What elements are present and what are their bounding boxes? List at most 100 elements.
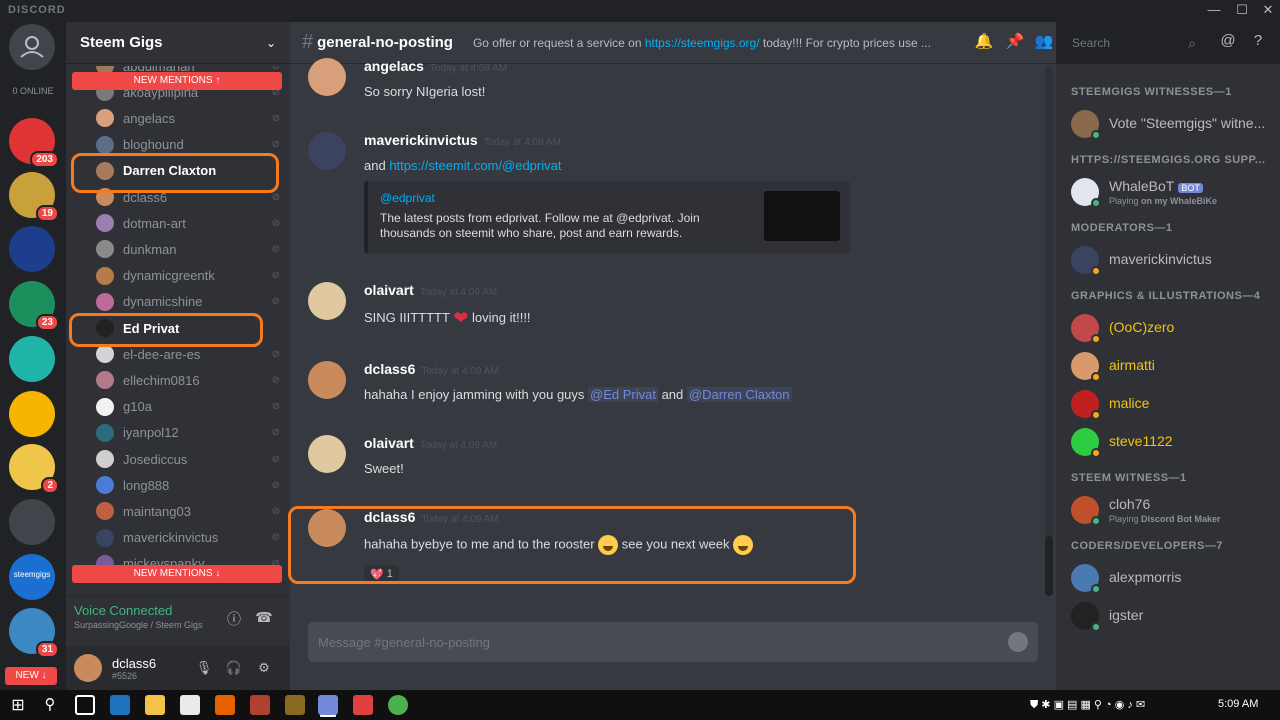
friends-home-button[interactable] — [9, 24, 55, 70]
clock[interactable]: 5:09 AM — [1218, 698, 1258, 710]
topic-link[interactable]: https://steemgigs.org/ — [645, 36, 760, 50]
server-label: steemgigs — [13, 570, 51, 579]
status-dot — [1091, 584, 1101, 594]
server-icon[interactable] — [9, 499, 55, 545]
guild-header[interactable]: Steem Gigs ⌄ — [66, 22, 290, 64]
server-icon[interactable]: 19 — [9, 172, 59, 222]
voice-user[interactable]: maverickinvictus ⊘ — [96, 528, 280, 548]
voice-user[interactable]: Josediccus ⊘ — [96, 449, 280, 469]
headset-icon[interactable]: 🎧 — [224, 660, 244, 676]
server-icon[interactable] — [9, 336, 55, 382]
avatar — [96, 450, 114, 468]
firefox-icon[interactable] — [215, 695, 235, 715]
member-list: STEEMGIGS WITNESSES—1 Vote "Steemgigs" wi… — [1056, 64, 1280, 690]
chat-scrollbar[interactable] — [1045, 66, 1053, 596]
voice-user[interactable]: iyanpol12 ⊘ — [96, 423, 280, 443]
user-mention[interactable]: @Ed Privat — [588, 387, 658, 402]
message-author[interactable]: dclass6 — [364, 361, 415, 377]
minimize-icon[interactable]: — — [1202, 2, 1226, 20]
voice-user[interactable]: dunkman ⊘ — [96, 239, 280, 259]
avatar[interactable] — [308, 361, 346, 399]
voice-user[interactable]: dotman-art ⊘ — [96, 213, 280, 233]
disconnect-icon[interactable]: ☎ — [254, 609, 274, 629]
voice-channel-path[interactable]: SurpassingGoogle / Steem Gigs — [74, 620, 282, 630]
app-icon[interactable] — [285, 695, 305, 715]
voice-user[interactable]: dynamicgreentk ⊘ — [96, 266, 280, 286]
member-item[interactable]: Vote "Steemgigs" witne... — [1071, 108, 1271, 140]
member-item[interactable]: maverickinvictus — [1071, 244, 1271, 276]
member-item[interactable]: igster — [1071, 600, 1271, 632]
member-item[interactable]: alexpmorris — [1071, 562, 1271, 594]
app-icon[interactable] — [250, 695, 270, 715]
message-link[interactable]: https://steemit.com/@edprivat — [389, 158, 561, 173]
member-item[interactable]: airmatti — [1071, 350, 1271, 382]
notification-bell-icon[interactable]: 🔔 — [973, 32, 995, 54]
avatar[interactable] — [308, 435, 346, 473]
task-view-icon[interactable] — [75, 695, 95, 715]
search-input[interactable] — [1072, 36, 1172, 50]
server-icon[interactable] — [9, 391, 55, 437]
microphone-icon[interactable]: 🎙 — [194, 660, 214, 676]
avatar[interactable] — [308, 58, 346, 96]
avatar[interactable] — [308, 282, 346, 320]
voice-user[interactable]: dynamicshine ⊘ — [96, 292, 280, 312]
chrome-icon[interactable] — [388, 695, 408, 715]
member-list-icon[interactable]: 👥 — [1033, 32, 1055, 54]
embed-thumbnail[interactable] — [764, 191, 840, 241]
server-icon[interactable]: 203 — [9, 118, 59, 168]
store-icon[interactable] — [180, 695, 200, 715]
avatar — [1071, 352, 1101, 382]
muted-mic-icon: ⊘ — [271, 401, 280, 413]
member-item[interactable]: WhaleBoT BOT Playing on my WhaleBiKe — [1071, 176, 1271, 208]
muted-mic-icon: ⊘ — [271, 243, 280, 255]
message-timestamp: Today at 4:09 AM — [421, 366, 499, 377]
member-item[interactable]: cloh76 Playing Discord Bot Maker — [1071, 494, 1271, 526]
close-icon[interactable]: ✕ — [1256, 2, 1280, 20]
server-icon[interactable]: 2 — [9, 444, 59, 494]
info-icon[interactable]: ⓘ — [224, 609, 244, 629]
server-icon[interactable] — [9, 226, 55, 272]
server-icon[interactable]: 31 — [9, 608, 59, 658]
scrollbar-thumb[interactable] — [1045, 536, 1053, 596]
new-unreads-pill[interactable]: NEW ↓ — [5, 667, 57, 685]
file-explorer-icon[interactable] — [145, 695, 165, 715]
maximize-icon[interactable]: ☐ — [1230, 2, 1254, 20]
member-item[interactable]: (OoC)zero — [1071, 312, 1271, 344]
system-tray-icons[interactable]: ⛊ ✱ ▣ ▤ ▦ ⚲ ◔ ◉ ♪ ✉ — [1030, 698, 1145, 712]
help-icon[interactable]: ? — [1247, 32, 1269, 54]
voice-user[interactable]: bloghound ⊘ — [96, 135, 280, 155]
message-author[interactable]: olaivart — [364, 435, 414, 451]
message-author[interactable]: olaivart — [364, 282, 414, 298]
member-item[interactable]: malice — [1071, 388, 1271, 420]
search-icon[interactable]: ⚲ — [40, 695, 60, 715]
message-author[interactable]: angelacs — [364, 58, 424, 74]
voice-user[interactable]: long888 ⊘ — [96, 475, 280, 495]
pinned-messages-icon[interactable]: 📌 — [1004, 32, 1026, 54]
server-icon[interactable]: steemgigs — [9, 554, 55, 600]
avatar — [1071, 496, 1101, 526]
new-mentions-bottom[interactable]: NEW MENTIONS ↓ — [72, 565, 282, 583]
channel-topic[interactable]: Go offer or request a service on https:/… — [473, 36, 963, 50]
avatar — [96, 502, 114, 521]
message-author[interactable]: maverickinvictus — [364, 132, 478, 148]
member-item[interactable]: steve1122 — [1071, 426, 1271, 458]
settings-gear-icon[interactable]: ⚙ — [254, 660, 274, 676]
user-mention[interactable]: @Darren Claxton — [686, 387, 792, 402]
voice-user[interactable]: g10a ⊘ — [96, 397, 280, 417]
discord-taskbar-icon[interactable] — [318, 695, 338, 715]
start-icon[interactable]: ⊞ — [8, 695, 28, 715]
voice-user[interactable]: angelacs ⊘ — [96, 108, 280, 128]
edge-browser-icon[interactable] — [110, 695, 130, 715]
mentions-at-icon[interactable]: @ — [1217, 32, 1239, 54]
voice-user[interactable]: maintang03 ⊘ — [96, 501, 280, 521]
emoji-picker-icon[interactable] — [1008, 632, 1028, 652]
voice-user[interactable]: el-dee-are-es ⊘ — [96, 344, 280, 364]
server-icon[interactable]: 23 — [9, 281, 59, 331]
voice-user[interactable]: ellechim0816 ⊘ — [96, 370, 280, 390]
avatar[interactable] — [308, 132, 346, 170]
avatar[interactable] — [74, 654, 102, 682]
new-mentions-top[interactable]: NEW MENTIONS ↑ — [72, 72, 282, 90]
app-icon[interactable] — [353, 695, 373, 715]
message-input[interactable] — [318, 634, 968, 650]
search-icon[interactable]: ⌕ — [1188, 35, 1196, 52]
